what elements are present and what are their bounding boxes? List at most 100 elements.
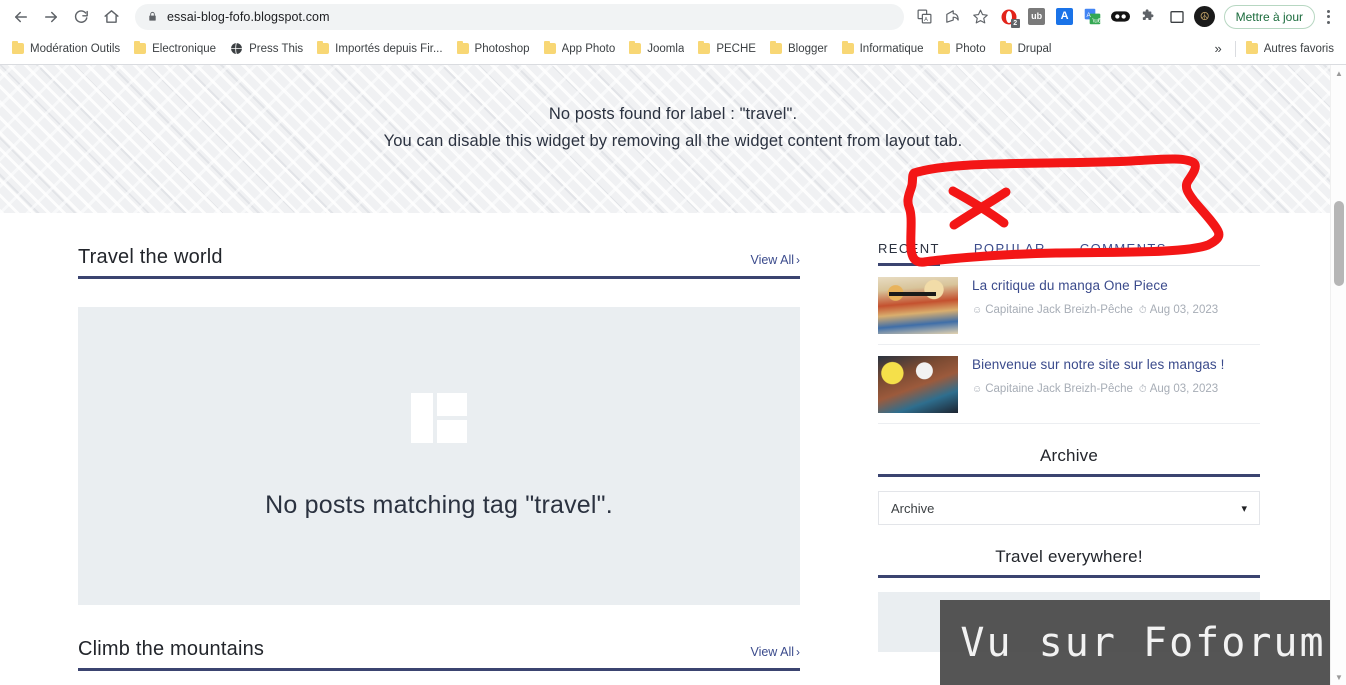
globe-icon [230, 42, 243, 55]
chevron-down-icon: ▾ [1241, 502, 1247, 515]
chevron-right-icon: › [796, 253, 800, 267]
folder-icon [841, 41, 854, 54]
reload-icon[interactable] [66, 2, 96, 32]
bookmark-item[interactable]: PECHE [692, 40, 764, 58]
travel-widget-title: Travel everywhere! [995, 547, 1143, 566]
main-column: Travel the world View All › No posts mat… [0, 213, 878, 671]
bookmark-label: Electronique [152, 42, 217, 55]
bookmarks-overflow-button[interactable]: » [1205, 41, 1230, 56]
other-bookmarks-button[interactable]: Autres favoris [1240, 40, 1336, 58]
page-viewport: No posts found for label : "travel". You… [0, 65, 1346, 685]
bookmarks-bar: Modération Outils Electronique Press Thi… [0, 33, 1346, 64]
clock-icon: ⏱ [1138, 384, 1147, 395]
banner-line-1: No posts found for label : "travel". [548, 105, 798, 123]
section-divider [78, 668, 800, 671]
extensions-puzzle-icon[interactable] [1135, 3, 1163, 31]
empty-posts-box: No posts matching tag "travel". [78, 307, 800, 605]
tab-popular[interactable]: POPULAR [974, 241, 1046, 265]
empty-posts-message: No posts matching tag "travel". [265, 490, 613, 519]
view-all-label: View All [750, 645, 794, 659]
bookmark-item[interactable]: Blogger [764, 40, 836, 58]
section-header-mountains: Climb the mountains View All › [78, 605, 800, 668]
svg-text:A: A [924, 17, 928, 23]
section-title: Travel the world [78, 246, 223, 268]
folder-icon [769, 41, 782, 54]
scroll-up-arrow[interactable]: ▲ [1331, 65, 1346, 81]
page-scrollbar[interactable]: ▲ ▼ [1330, 65, 1346, 685]
post-thumbnail[interactable] [878, 356, 958, 413]
post-author: Capitaine Jack Breizh-Pêche [985, 383, 1133, 395]
post-meta: ☺ Capitaine Jack Breizh-Pêche ⏱ Aug 03, 202… [972, 379, 1260, 400]
translate-icon[interactable]: A [911, 3, 939, 31]
browser-toolbar: essai-blog-fofo.blogspot.com A 2 ub A A … [0, 0, 1346, 33]
folder-icon [12, 41, 24, 54]
bookmark-label: Photo [955, 42, 986, 55]
scrollbar-thumb[interactable] [1334, 201, 1344, 286]
share-icon[interactable] [939, 3, 967, 31]
archive-dropdown-value: Archive [891, 500, 935, 516]
layout-placeholder-icon [411, 392, 467, 443]
bookmark-item[interactable]: Electronique [128, 40, 224, 58]
other-bookmarks-label: Autres favoris [1263, 42, 1334, 55]
address-bar[interactable]: essai-blog-fofo.blogspot.com [135, 3, 904, 30]
post-meta: ☺ Capitaine Jack Breizh-Pêche ⏱ Aug 03, 202… [972, 300, 1260, 321]
tab-recent[interactable]: RECENT [878, 241, 940, 266]
sidebar-tabs: RECENT POPULAR COMMENTS [878, 213, 1260, 266]
bookmark-label: PECHE [716, 42, 756, 55]
bookmark-item[interactable]: Photoshop [451, 40, 538, 58]
profile-avatar[interactable]: ☮ [1191, 3, 1219, 31]
opera-extension-icon[interactable]: 2 [995, 3, 1023, 31]
folder-icon [1245, 41, 1258, 54]
view-all-link-mountains[interactable]: View All › [750, 645, 800, 661]
lock-icon [147, 10, 158, 23]
google-translate-extension-icon[interactable]: A\u6587 [1079, 3, 1107, 31]
clock-icon: ⏱ [1138, 305, 1147, 316]
forward-arrow-icon[interactable] [36, 2, 66, 32]
bookmark-item[interactable]: App Photo [538, 40, 624, 58]
user-icon: ☺ [972, 305, 983, 316]
back-arrow-icon[interactable] [6, 2, 36, 32]
bookmark-item[interactable]: Photo [932, 40, 994, 58]
bookmark-item[interactable]: Informatique [836, 40, 932, 58]
post-title[interactable]: La critique du manga One Piece [972, 277, 1260, 295]
chrome-menu-icon[interactable] [1316, 3, 1340, 31]
bookmark-item[interactable]: Drupal [994, 40, 1060, 58]
bookmark-star-icon[interactable] [967, 3, 995, 31]
bookmark-label: Importés depuis Fir... [335, 42, 443, 55]
bookmarks-overflow: » Autres favoris [1205, 40, 1340, 58]
section-divider [78, 276, 800, 279]
section-title: Climb the mountains [78, 638, 265, 660]
bookmark-item[interactable]: Press This [224, 39, 311, 58]
archive-dropdown[interactable]: Archive ▾ [878, 491, 1260, 525]
banner-line-2: You can disable this widget by removing … [383, 132, 963, 150]
post-title[interactable]: Bienvenue sur notre site sur les mangas … [972, 356, 1260, 374]
post-body: La critique du manga One Piece ☺ Capitain… [972, 277, 1260, 334]
home-icon[interactable] [96, 2, 126, 32]
post-body: Bienvenue sur notre site sur les mangas … [972, 356, 1260, 413]
update-button[interactable]: Mettre à jour [1223, 4, 1315, 29]
view-all-label: View All [750, 253, 794, 267]
bookmark-item[interactable]: Modération Outils [6, 40, 128, 58]
post-author: Capitaine Jack Breizh-Pêche [985, 304, 1133, 316]
scroll-down-arrow[interactable]: ▼ [1331, 669, 1346, 685]
sidebar-post-item[interactable]: Bienvenue sur notre site sur les mangas … [878, 345, 1260, 424]
grammar-extension-icon[interactable]: A [1051, 3, 1079, 31]
dark-reader-extension-icon[interactable] [1107, 3, 1135, 31]
post-thumbnail[interactable] [878, 277, 958, 334]
bookmark-item[interactable]: Joomla [623, 40, 692, 58]
tab-comments[interactable]: COMMENTS [1080, 241, 1167, 265]
sidepanel-icon[interactable] [1163, 3, 1191, 31]
no-posts-banner: No posts found for label : "travel". You… [0, 65, 1346, 213]
bookmark-item[interactable]: Importés depuis Fir... [311, 40, 450, 58]
sidebar-post-item[interactable]: La critique du manga One Piece ☺ Capitain… [878, 266, 1260, 345]
ublock-extension-icon[interactable]: ub [1023, 3, 1051, 31]
view-all-link-travel[interactable]: View All › [750, 253, 800, 269]
opera-extension-badge: 2 [1010, 18, 1020, 28]
post-date: Aug 03, 2023 [1149, 383, 1219, 395]
toolbar-actions: A 2 ub A A\u6587 [911, 3, 1340, 31]
browser-chrome: essai-blog-fofo.blogspot.com A 2 ub A A … [0, 0, 1346, 65]
bookmark-label: Joomla [647, 42, 685, 55]
watermark-text: Vu sur Foforum [960, 619, 1326, 666]
folder-icon [456, 41, 469, 54]
archive-widget-title: Archive [1039, 446, 1099, 465]
